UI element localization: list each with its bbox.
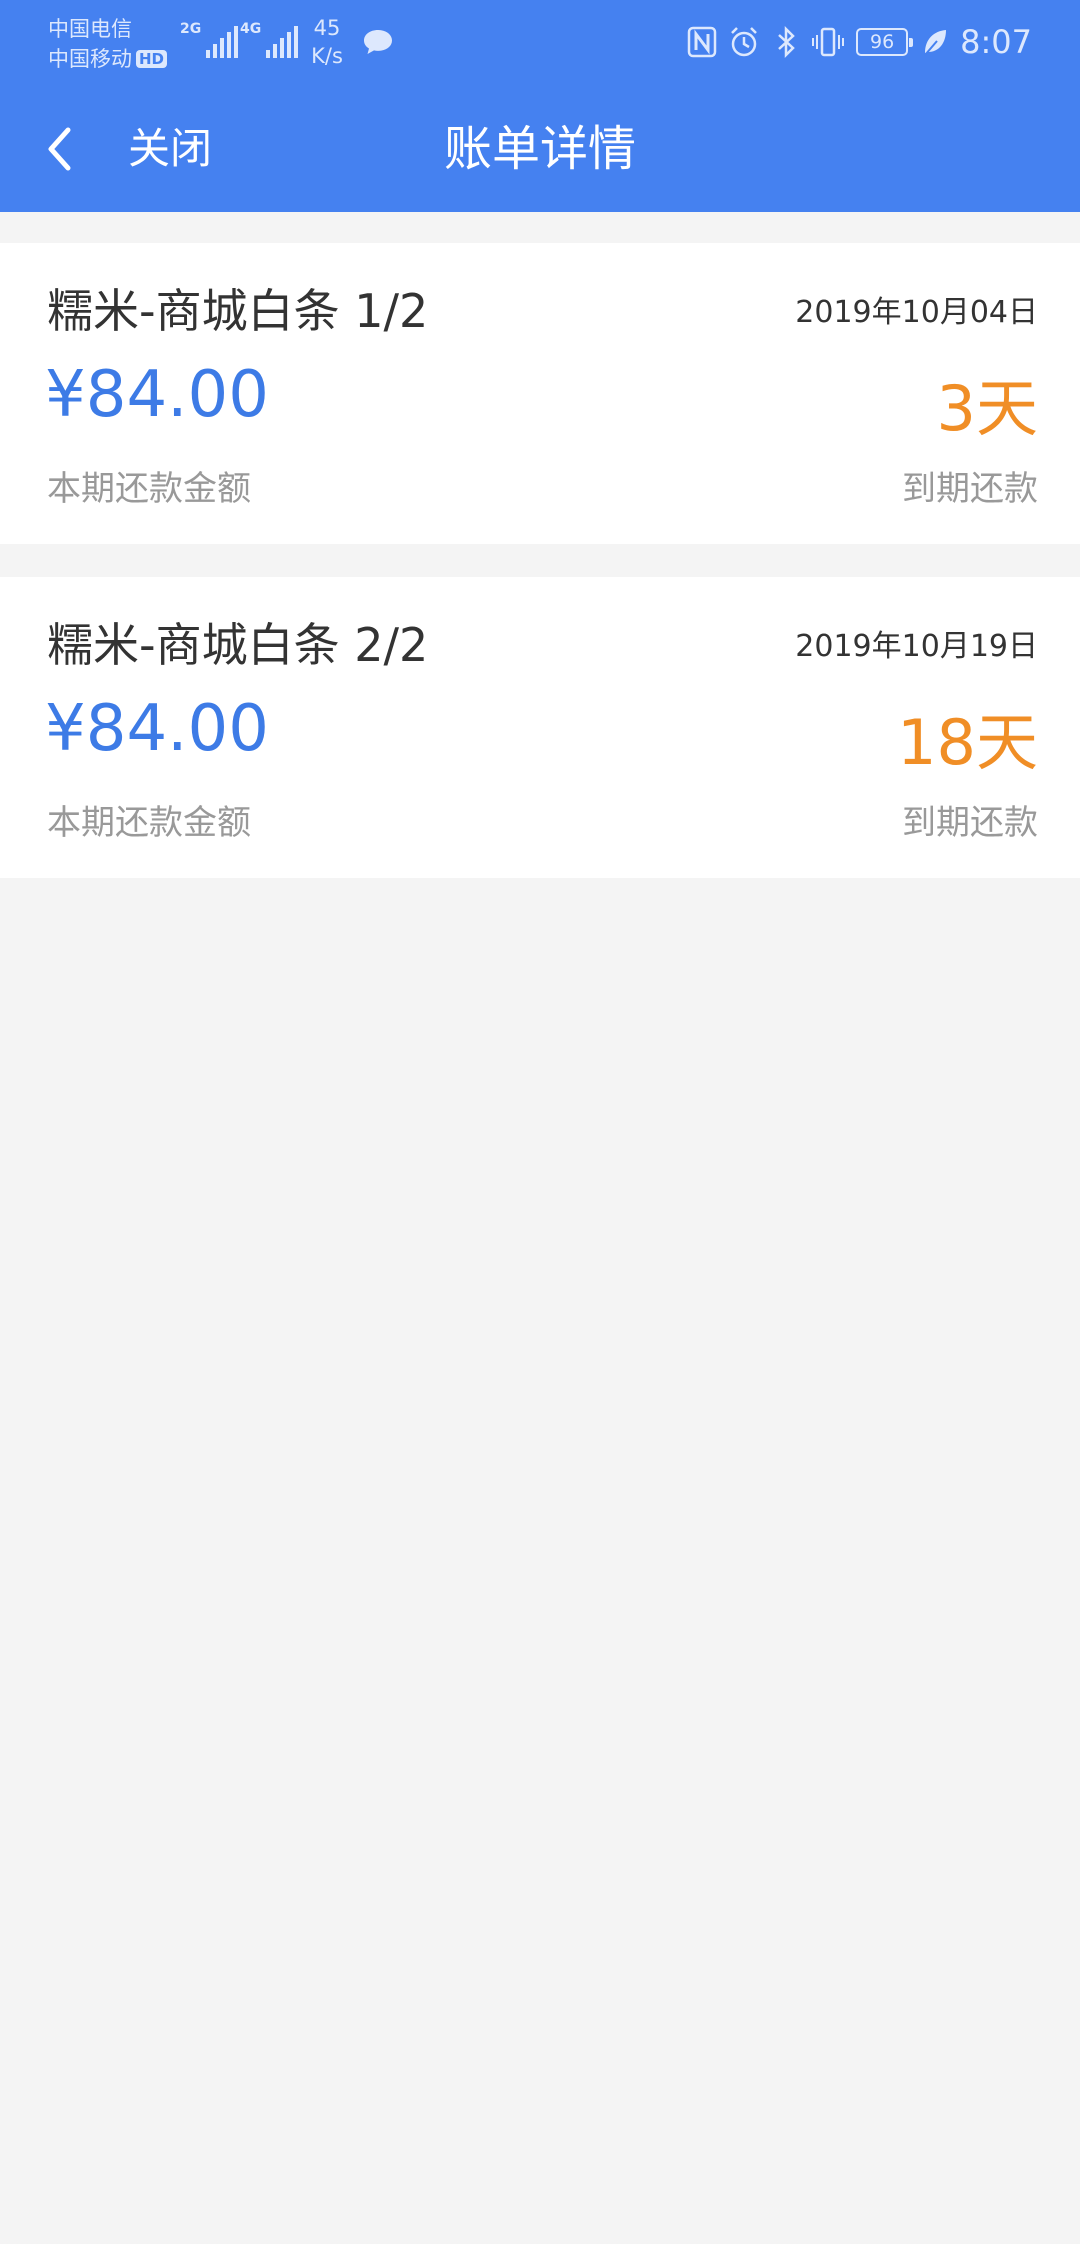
network-speed-value: 45 <box>313 16 341 40</box>
bill-date: 2019年10月04日 <box>795 295 1038 330</box>
carrier-1: 中国电信 <box>48 17 132 41</box>
leaf-icon <box>924 30 947 56</box>
carrier-info: 中国电信 中国移动 HD <box>48 14 168 74</box>
bill-amount: ¥84.00 <box>45 358 269 432</box>
carrier-2: 中国移动 <box>48 47 132 71</box>
alarm-icon <box>731 27 758 57</box>
bill-title: 糯米-商城白条 2/2 <box>47 618 429 672</box>
bill-amount-label: 本期还款金额 <box>47 803 251 843</box>
message-icon <box>364 30 392 54</box>
bill-date: 2019年10月19日 <box>795 629 1038 664</box>
status-icons: 96 8:07 <box>676 18 1032 66</box>
bill-days-remaining: 18天 <box>897 706 1038 779</box>
bill-amount-label: 本期还款金额 <box>47 469 251 509</box>
clock: 8:07 <box>960 23 1032 61</box>
bill-due-label: 到期还款 <box>902 469 1038 509</box>
signal-4g-icon: 4G <box>240 21 299 58</box>
signal-2g-icon: 2G <box>180 21 239 58</box>
vibrate-icon <box>812 27 845 57</box>
status-bar: 中国电信 中国移动 HD 2G 4G 45 K/s 96 8:07 <box>0 0 1080 84</box>
bluetooth-icon <box>778 25 795 59</box>
hd-badge: HD <box>136 50 168 68</box>
signal-4g-tag: 4G <box>240 21 262 37</box>
signal-2g-tag: 2G <box>180 21 202 37</box>
nfc-icon <box>687 26 717 58</box>
network-speed: 45 K/s <box>308 14 346 70</box>
bill-amount: ¥84.00 <box>45 692 269 766</box>
bill-card[interactable]: 糯米-商城白条 2/2 2019年10月19日 ¥84.00 18天 本期还款金… <box>0 577 1080 878</box>
bill-title: 糯米-商城白条 1/2 <box>47 284 429 338</box>
bill-due-label: 到期还款 <box>902 803 1038 843</box>
app-header: 中国电信 中国移动 HD 2G 4G 45 K/s 96 8:07 关闭 账单详… <box>0 0 1080 212</box>
network-speed-unit: K/s <box>311 44 343 68</box>
battery-icon: 96 <box>856 28 914 56</box>
page-title: 账单详情 <box>443 121 636 177</box>
bill-days-remaining: 3天 <box>936 372 1038 445</box>
bill-card[interactable]: 糯米-商城白条 1/2 2019年10月04日 ¥84.00 3天 本期还款金额… <box>0 243 1080 544</box>
